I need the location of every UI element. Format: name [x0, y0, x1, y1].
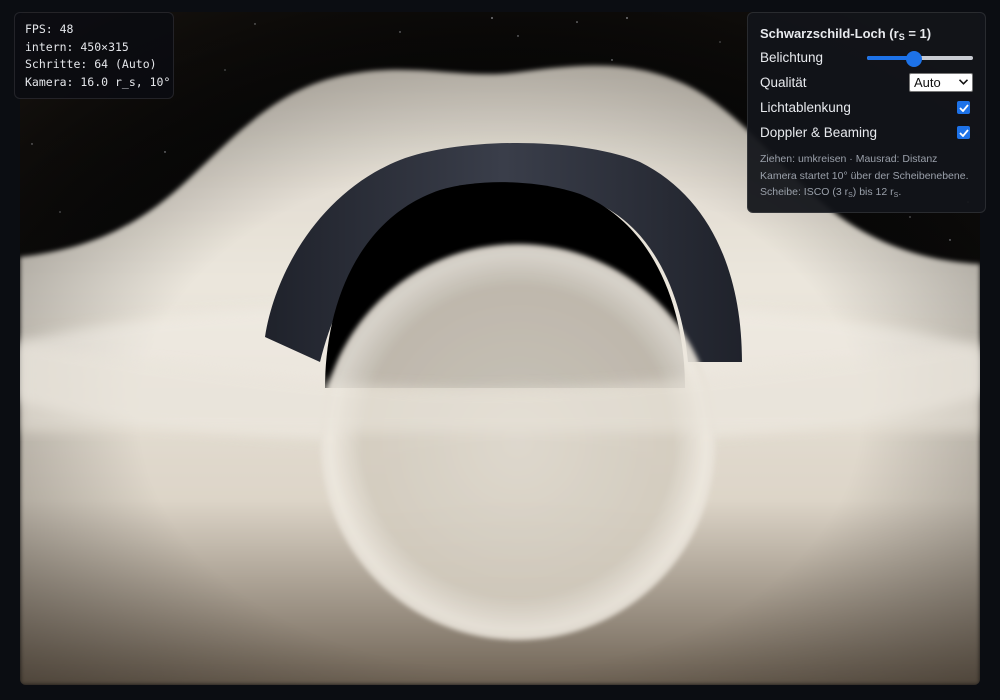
fps-readout: FPS: 48	[25, 22, 74, 36]
doppler-row: Doppler & Beaming	[760, 120, 973, 145]
light-bending-label: Lichtablenkung	[760, 100, 851, 115]
help-text: Ziehen: umkreisen · Mausrad: Distanz Kam…	[760, 151, 973, 205]
camera-readout: Kamera: 16.0 r_s, 10°	[25, 74, 171, 89]
light-bending-checkbox[interactable]	[957, 101, 970, 114]
internal-resolution-readout: intern: 450×315	[25, 39, 129, 54]
doppler-label: Doppler & Beaming	[760, 125, 878, 140]
check-icon	[958, 128, 969, 137]
quality-select-value: Auto	[914, 75, 941, 90]
exposure-slider[interactable]	[867, 50, 973, 67]
panel-title: Schwarzschild-Loch (rS = 1)	[760, 26, 932, 42]
steps-readout: Schritte: 64 (Auto)	[25, 57, 157, 71]
chevron-down-icon	[958, 74, 969, 91]
quality-row: Qualität Auto	[760, 70, 973, 95]
check-icon	[958, 103, 969, 112]
doppler-checkbox[interactable]	[957, 126, 970, 139]
lensed-disk-image	[320, 244, 716, 640]
help-line-camera: Kamera startet 10° über der Scheibeneben…	[760, 169, 969, 182]
exposure-slider-thumb[interactable]	[905, 50, 922, 67]
exposure-label: Belichtung	[760, 50, 824, 65]
help-line-controls: Ziehen: umkreisen · Mausrad: Distanz	[760, 153, 938, 165]
light-bending-row: Lichtablenkung	[760, 95, 973, 120]
exposure-row: Belichtung	[760, 45, 973, 70]
help-line-disk: Scheibe: ISCO (3 rS) bis 12 rS.	[760, 186, 902, 199]
stats-overlay: FPS: 48 intern: 450×315 Schritte: 64 (Au…	[14, 12, 174, 99]
quality-select[interactable]: Auto	[909, 73, 973, 92]
quality-label: Qualität	[760, 75, 807, 90]
settings-panel: Schwarzschild-Loch (rS = 1) Belichtung Q…	[747, 12, 986, 213]
